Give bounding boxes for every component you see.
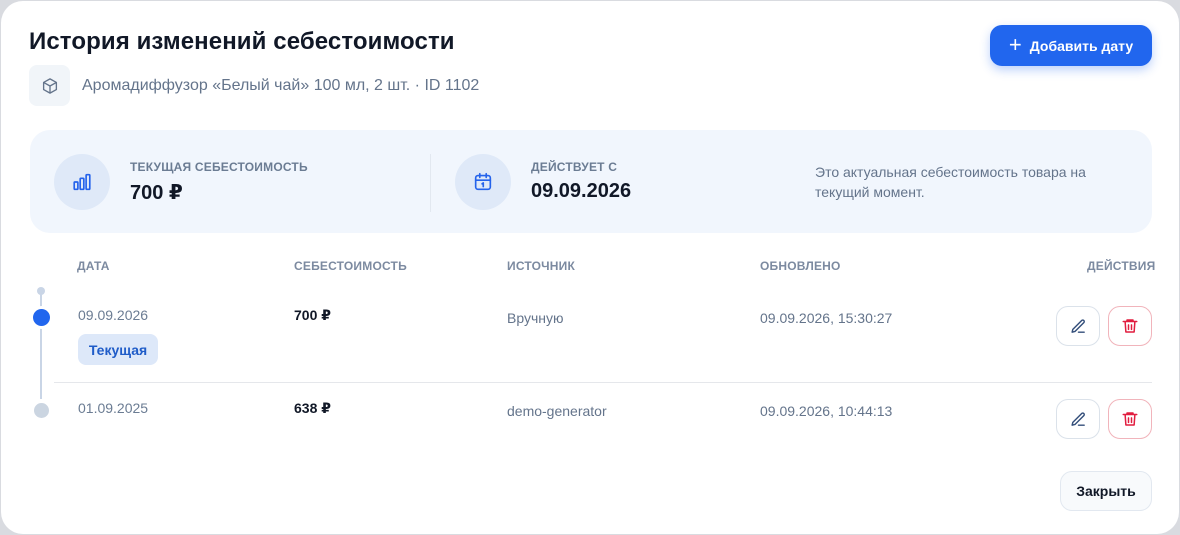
row-date: 09.09.2026: [78, 307, 149, 323]
effective-date-label: Действует с: [531, 160, 618, 174]
timeline-start-dot: [37, 287, 45, 295]
edit-icon: [1070, 318, 1085, 333]
row-source: demo-generator: [507, 403, 607, 419]
column-header-updated: Обновлено: [760, 259, 841, 273]
timeline-current-dot: [33, 309, 50, 326]
row-source: Вручную: [507, 310, 564, 326]
summary-divider: [430, 154, 431, 212]
current-cost-label: Текущая себестоимость: [130, 160, 308, 174]
row-date: 01.09.2025: [78, 400, 149, 416]
product-name: Аромадиффузор «Белый чай» 100 мл, 2 шт. …: [82, 77, 480, 94]
close-button[interactable]: Закрыть: [1060, 471, 1152, 511]
add-date-button-label: Добавить дату: [1029, 37, 1134, 54]
edit-button[interactable]: [1056, 306, 1100, 346]
row-updated: 09.09.2026, 15:30:27: [760, 310, 893, 326]
trash-icon: [1122, 412, 1138, 426]
add-date-button[interactable]: + Добавить дату: [990, 25, 1152, 66]
trash-icon: [1122, 319, 1138, 333]
column-header-date: Дата: [77, 259, 110, 273]
page-title: История изменений себестоимости: [29, 28, 455, 55]
row-cost: 700 ₽: [294, 307, 331, 323]
column-header-actions: Действия: [1087, 259, 1156, 273]
bar-chart-icon: [54, 154, 110, 210]
delete-button[interactable]: [1108, 306, 1152, 346]
column-header-source: Источник: [507, 259, 576, 273]
summary-panel: Текущая себестоимость 700 ₽ Действует с …: [30, 130, 1152, 233]
calendar-icon: [455, 154, 511, 210]
column-header-cost: Себестоимость: [294, 259, 407, 273]
plus-icon: +: [1008, 31, 1022, 57]
cost-history-modal: История изменений себестоимости + Добави…: [1, 1, 1179, 534]
delete-button[interactable]: [1108, 399, 1152, 439]
timeline-dot: [34, 403, 49, 418]
row-divider: [54, 382, 1152, 383]
current-cost-value: 700 ₽: [130, 182, 183, 204]
current-badge: Текущая: [78, 334, 158, 365]
effective-date-value: 09.09.2026: [531, 180, 632, 202]
row-cost: 638 ₽: [294, 400, 331, 416]
edit-icon: [1070, 411, 1085, 426]
edit-button[interactable]: [1056, 399, 1100, 439]
box-icon: [29, 65, 70, 106]
row-updated: 09.09.2026, 10:44:13: [760, 403, 893, 419]
summary-note: Это актуальная себестоимость товара на т…: [815, 164, 1086, 200]
